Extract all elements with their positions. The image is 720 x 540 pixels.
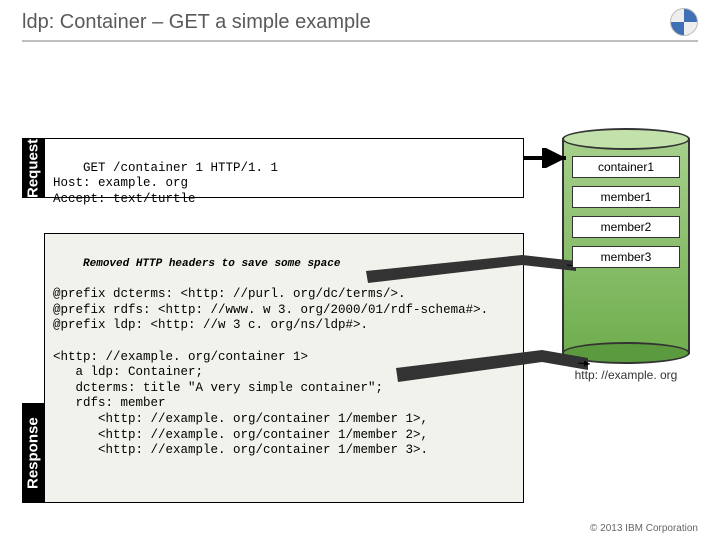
brand-logo-icon [670, 8, 698, 36]
request-label: Request [22, 138, 44, 198]
title-rule [22, 40, 698, 42]
db-item: container1 [572, 156, 680, 178]
db-item: member2 [572, 216, 680, 238]
response-note: Removed HTTP headers to save some space [83, 258, 340, 270]
request-box: GET /container 1 HTTP/1. 1 Host: example… [44, 138, 524, 198]
response-prefix: @prefix dcterms: <http: //purl. org/dc/t… [53, 287, 488, 332]
db-item: member3 [572, 246, 680, 268]
response-label: Response [22, 403, 44, 503]
request-text: GET /container 1 HTTP/1. 1 Host: example… [53, 161, 278, 206]
slide-title: ldp: Container – GET a simple example [22, 11, 371, 34]
response-box: Removed HTTP headers to save some space … [44, 233, 524, 503]
copyright: © 2013 IBM Corporation [590, 523, 698, 534]
db-item: member1 [572, 186, 680, 208]
db-caption: http: //example. org [562, 368, 690, 382]
database-cylinder: container1 member1 member2 member3 http:… [562, 128, 690, 364]
response-body: <http: //example. org/container 1> a ldp… [53, 350, 428, 458]
